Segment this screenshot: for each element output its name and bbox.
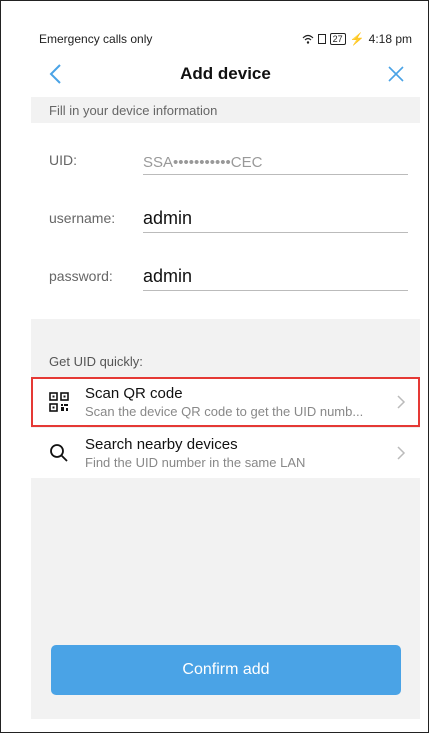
device-frame: Emergency calls only 27 ⚡ 4:18 pm Add de… (0, 0, 429, 733)
confirm-add-button[interactable]: Confirm add (51, 645, 401, 695)
section-header: Fill in your device information (31, 97, 420, 123)
clock-text: 4:18 pm (368, 32, 412, 46)
chevron-right-icon (397, 446, 406, 460)
device-form: UID: username: password: (31, 123, 420, 319)
nav-bar: Add device (31, 51, 420, 97)
uid-input[interactable] (143, 154, 408, 171)
app-screen: Emergency calls only 27 ⚡ 4:18 pm Add de… (31, 27, 420, 719)
search-icon (47, 441, 71, 465)
close-icon (388, 66, 404, 82)
username-input[interactable] (143, 208, 408, 229)
username-label: username: (49, 210, 116, 226)
search-nearby-option[interactable]: Search nearby devices Find the UID numbe… (31, 428, 420, 478)
password-field-wrap (143, 261, 408, 291)
status-bar: Emergency calls only 27 ⚡ 4:18 pm (31, 27, 420, 51)
username-row: username: (31, 189, 420, 247)
spacer (31, 319, 420, 345)
close-button[interactable] (378, 56, 414, 92)
uid-field-wrap (143, 145, 408, 175)
charging-icon: ⚡ (349, 32, 365, 46)
carrier-text: Emergency calls only (39, 32, 153, 46)
password-input[interactable] (143, 266, 408, 287)
scan-qr-option[interactable]: Scan QR code Scan the device QR code to … (31, 377, 420, 427)
sim-icon (317, 34, 326, 44)
page-title: Add device (180, 64, 271, 83)
qr-code-icon (47, 390, 71, 414)
quick-header: Get UID quickly: (31, 345, 420, 377)
chevron-right-icon (397, 395, 406, 409)
scan-qr-subtitle: Scan the device QR code to get the UID n… (85, 404, 364, 419)
search-nearby-subtitle: Find the UID number in the same LAN (85, 455, 306, 470)
back-button[interactable] (37, 56, 73, 92)
uid-label: UID: (49, 152, 77, 168)
uid-row: UID: (31, 131, 420, 189)
chevron-left-icon (49, 64, 61, 84)
search-nearby-title: Search nearby devices (85, 436, 238, 453)
password-row: password: (31, 247, 420, 305)
scan-qr-texts: Scan QR code Scan the device QR code to … (85, 385, 388, 419)
username-field-wrap (143, 203, 408, 233)
status-icons: 27 ⚡ 4:18 pm (302, 32, 412, 46)
scan-qr-title: Scan QR code (85, 385, 183, 402)
battery-icon: 27 (329, 33, 346, 45)
search-nearby-texts: Search nearby devices Find the UID numbe… (85, 436, 388, 470)
password-label: password: (49, 268, 113, 284)
wifi-icon (302, 34, 314, 44)
